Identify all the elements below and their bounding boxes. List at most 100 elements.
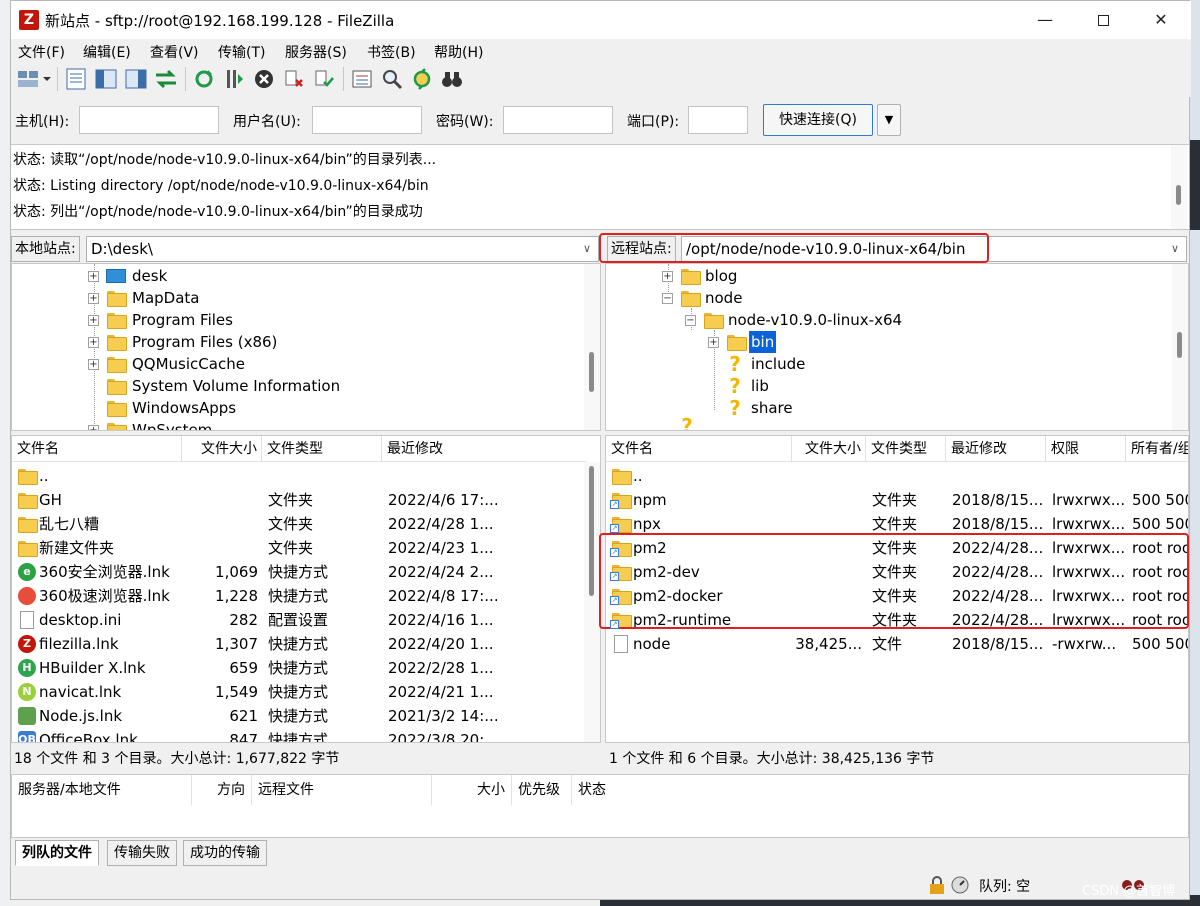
log-scrollbar-thumb[interactable] — [1176, 185, 1181, 205]
remote-tree-scrollbar-thumb[interactable] — [1177, 332, 1182, 358]
maximize-button[interactable] — [1077, 5, 1129, 35]
close-button[interactable]: ✕ — [1135, 5, 1187, 35]
local-path-input[interactable]: D:\desk\ — [86, 236, 599, 262]
folder-icon — [18, 469, 38, 485]
local-file-list-scrollbar[interactable] — [584, 462, 600, 742]
file-row[interactable]: node 38,425... 文件 2018/8/15... -rwxrw... 500 … — [606, 632, 1188, 656]
column-header-type[interactable]: 文件类型 — [262, 436, 382, 462]
chevron-down-icon[interactable]: ∨ — [583, 242, 591, 255]
remote-summary: 1 个文件 和 6 个目录。大小总计: 38,425,136 字节 — [609, 751, 935, 767]
directory-filter-button[interactable] — [349, 66, 375, 92]
expand-icon[interactable]: + — [88, 337, 99, 348]
log-scrollbar[interactable] — [1171, 145, 1187, 229]
column-header-filename[interactable]: 文件名 — [12, 436, 182, 462]
file-row[interactable]: Nnavicat.lnk 1,549 快捷方式 2022/4/21 1... — [12, 680, 582, 704]
file-row[interactable]: Zfilezilla.lnk 1,307 快捷方式 2022/4/20 1... — [12, 632, 582, 656]
file-size: 1,228 — [215, 587, 258, 605]
column-header-type[interactable]: 文件类型 — [866, 436, 946, 462]
file-row[interactable]: .. — [12, 464, 582, 488]
local-tree-scrollbar[interactable] — [584, 264, 600, 430]
file-modified: 2022/3/8 20:... — [388, 731, 499, 743]
speed-limit-icon[interactable] — [951, 876, 969, 898]
expand-icon[interactable]: + — [88, 315, 99, 326]
file-row[interactable]: .. — [606, 464, 1176, 488]
queue-column-status[interactable]: 状态 — [572, 775, 672, 805]
queue-column-priority[interactable]: 优先级 — [512, 775, 572, 805]
password-input[interactable] — [503, 106, 613, 134]
expand-icon[interactable]: + — [88, 293, 99, 304]
file-row[interactable]: GH 文件夹 2022/4/6 17:... — [12, 488, 582, 512]
minimize-button[interactable]: — — [1019, 5, 1071, 35]
menu-transfer[interactable]: 传输(T) — [218, 42, 265, 62]
chevron-down-icon[interactable]: ∨ — [1171, 242, 1179, 255]
file-row[interactable]: OB OfficeBox.lnk 847 快捷方式 2022/3/8 20:... — [12, 728, 582, 743]
column-header-modified[interactable]: 最近修改 — [382, 436, 586, 462]
toggle-local-tree-button[interactable] — [93, 66, 119, 92]
menu-edit[interactable]: 编辑(E) — [83, 42, 131, 62]
file-row[interactable]: 360极速浏览器.lnk 1,228 快捷方式 2022/4/8 17:... — [12, 584, 582, 608]
column-header-size[interactable]: 文件大小 — [792, 436, 866, 462]
cancel-operation-button[interactable] — [251, 66, 277, 92]
expand-icon[interactable]: + — [88, 359, 99, 370]
site-manager-button[interactable] — [15, 66, 53, 92]
tree-item-label: System Volume Information — [132, 377, 341, 395]
toggle-remote-tree-button[interactable] — [123, 66, 149, 92]
local-file-list-scrollbar-thumb[interactable] — [589, 466, 594, 596]
queue-column-direction[interactable]: 方向 — [192, 775, 252, 805]
file-row[interactable]: H HBuilder X.lnk 659 快捷方式 2022/2/28 1... — [12, 656, 582, 680]
menu-help[interactable]: 帮助(H) — [434, 42, 483, 62]
column-header-size[interactable]: 文件大小 — [182, 436, 262, 462]
host-input[interactable] — [79, 106, 219, 134]
file-row[interactable]: desktop.ini 282 配置设置 2022/4/16 1... — [12, 608, 582, 632]
sync-browsing-button[interactable] — [409, 66, 435, 92]
menu-file[interactable]: 文件(F) — [18, 42, 65, 62]
collapse-icon[interactable]: − — [662, 293, 673, 304]
folder-link-icon: ↗ — [610, 493, 632, 509]
unknown-folder-icon: ? — [729, 352, 741, 376]
expand-icon[interactable]: + — [662, 271, 673, 282]
filezilla-window: Z 新站点 - sftp://root@192.168.199.128 - Fi… — [10, 0, 1191, 900]
expand-icon[interactable]: + — [88, 425, 99, 430]
tab-failed-transfers[interactable]: 传输失败 — [107, 840, 177, 866]
file-row[interactable]: 新建文件夹 文件夹 2022/4/23 1... — [12, 536, 582, 560]
settings-file-icon — [20, 611, 34, 629]
file-row[interactable]: ↗ npm 文件夹 2018/8/15... lrwxrwx... 500 500 — [606, 488, 1188, 512]
column-header-permissions[interactable]: 权限 — [1046, 436, 1126, 462]
file-row[interactable]: e 360安全浏览器.lnk 1,069 快捷方式 2022/4/24 2... — [12, 560, 582, 584]
file-row[interactable]: Node.js.lnk 621 快捷方式 2021/3/2 14:... — [12, 704, 582, 728]
port-input[interactable] — [688, 106, 748, 134]
expand-icon[interactable]: + — [88, 271, 99, 282]
menu-bookmarks[interactable]: 书签(B) — [367, 42, 416, 62]
toggle-queue-button[interactable] — [153, 66, 179, 92]
folder-icon — [681, 269, 701, 285]
process-queue-button[interactable] — [221, 66, 247, 92]
queue-column-size[interactable]: 大小 — [432, 775, 512, 805]
collapse-icon[interactable]: − — [685, 315, 696, 326]
compare-directories-button[interactable] — [379, 66, 405, 92]
file-row[interactable]: 乱七八糟 文件夹 2022/4/28 1... — [12, 512, 582, 536]
column-header-owner[interactable]: 所有者/组 — [1126, 436, 1188, 462]
quickconnect-button[interactable]: 快速连接(Q) — [763, 104, 873, 136]
find-files-button[interactable] — [439, 66, 465, 92]
queue-column-remote-file[interactable]: 远程文件 — [252, 775, 432, 805]
expand-icon[interactable]: + — [708, 337, 719, 348]
disconnect-button[interactable] — [281, 66, 307, 92]
quickconnect-history-dropdown[interactable]: ▼ — [877, 104, 901, 136]
file-type: 快捷方式 — [268, 683, 329, 701]
local-tree-scrollbar-thumb[interactable] — [589, 352, 594, 392]
tab-queued-files[interactable]: 列队的文件 — [15, 840, 99, 866]
menu-server[interactable]: 服务器(S) — [285, 42, 347, 62]
file-owner — [1132, 464, 1188, 488]
column-header-filename[interactable]: 文件名 — [606, 436, 792, 462]
queue-column-local-file[interactable]: 服务器/本地文件 — [12, 775, 192, 805]
tab-successful-transfers[interactable]: 成功的传输 — [183, 840, 267, 866]
reconnect-button[interactable] — [311, 66, 337, 92]
refresh-button[interactable] — [191, 66, 217, 92]
menu-view[interactable]: 查看(V) — [150, 42, 199, 62]
column-header-modified[interactable]: 最近修改 — [946, 436, 1046, 462]
username-input[interactable] — [312, 106, 422, 134]
toggle-log-button[interactable] — [63, 66, 89, 92]
remote-tree-scrollbar[interactable] — [1172, 264, 1188, 430]
officebox-icon: OB — [18, 731, 36, 742]
file-size: 621 — [229, 707, 258, 725]
